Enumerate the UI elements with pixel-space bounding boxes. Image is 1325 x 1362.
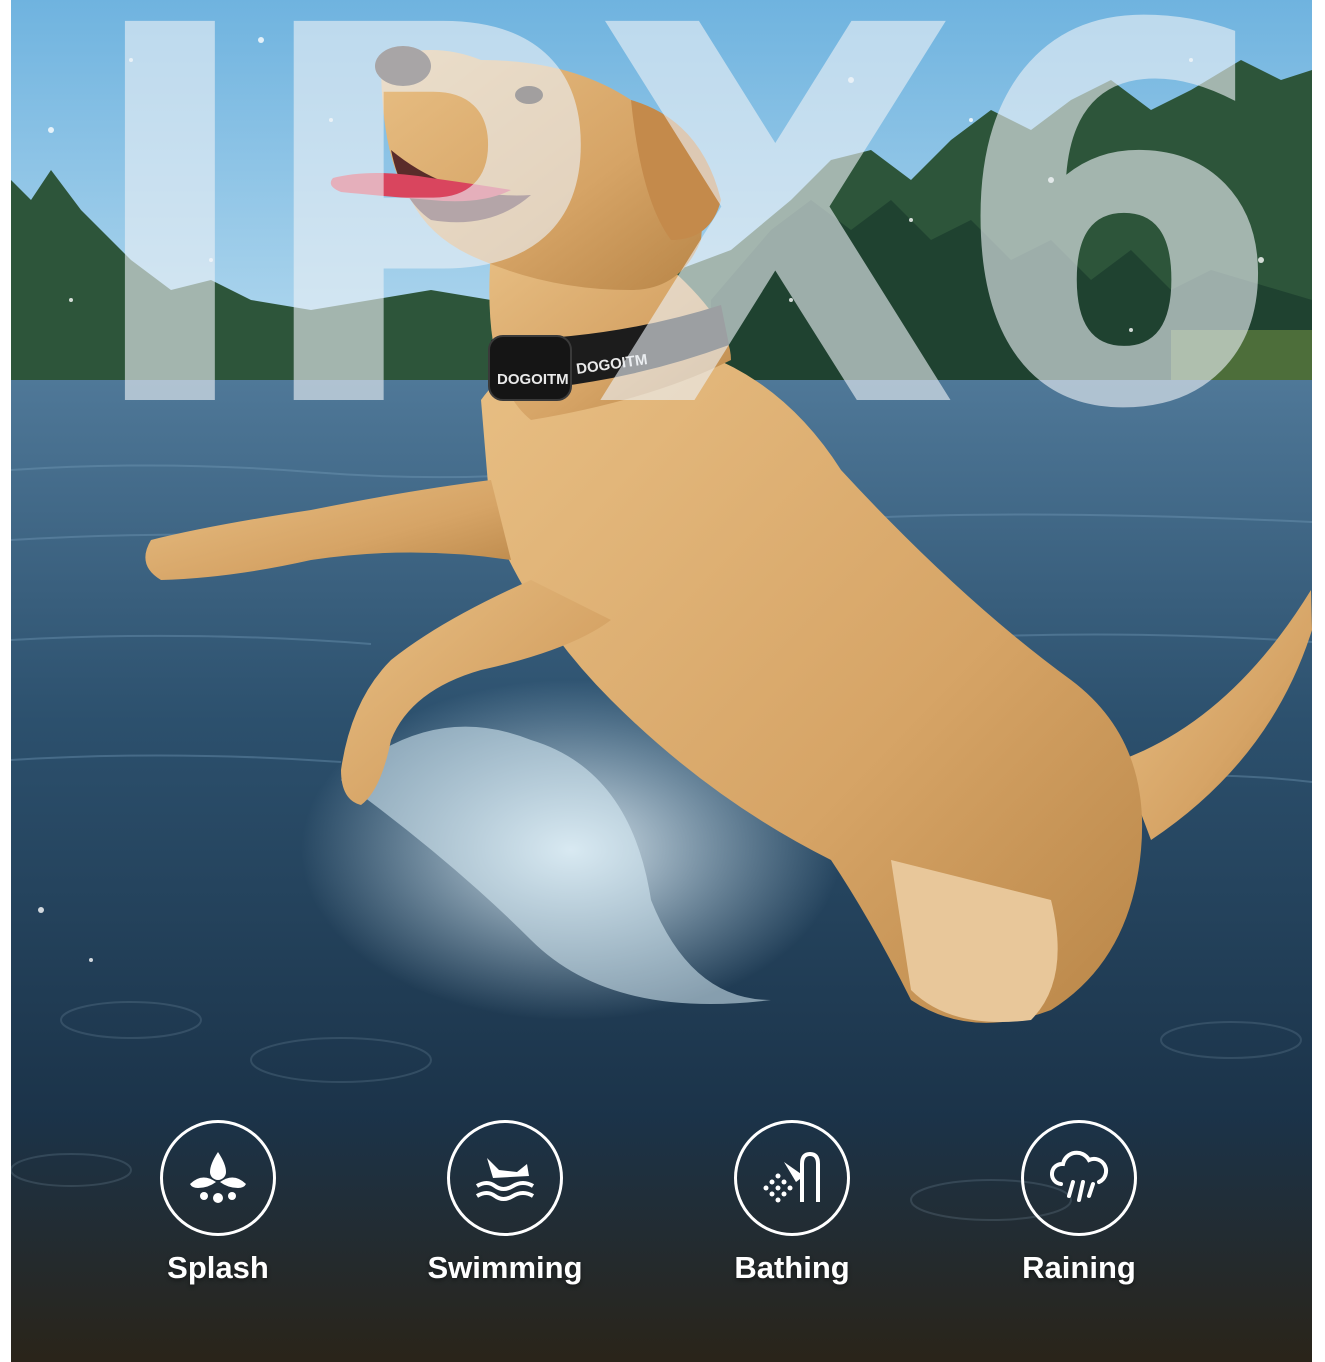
shower-icon (734, 1120, 850, 1236)
feature-list: Splash Swimming Bathing Raining (11, 1120, 1312, 1300)
feature-bathing: Bathing (672, 1120, 912, 1286)
feature-label: Bathing (734, 1250, 850, 1285)
feature-raining: Raining (959, 1120, 1199, 1286)
splash-icon (160, 1120, 276, 1236)
feature-swimming: Swimming (385, 1120, 625, 1286)
ipx6-headline: IPX6 (81, 0, 1284, 523)
feature-label: Raining (1022, 1250, 1136, 1285)
feature-label: Splash (167, 1250, 269, 1285)
hero-image: DOGOITM DOGOITM IPX6 Splash Swimming Bat… (11, 0, 1312, 1362)
swimming-dog-icon (447, 1120, 563, 1236)
feature-label: Swimming (427, 1250, 583, 1285)
feature-splash: Splash (98, 1120, 338, 1286)
rain-cloud-icon (1021, 1120, 1137, 1236)
